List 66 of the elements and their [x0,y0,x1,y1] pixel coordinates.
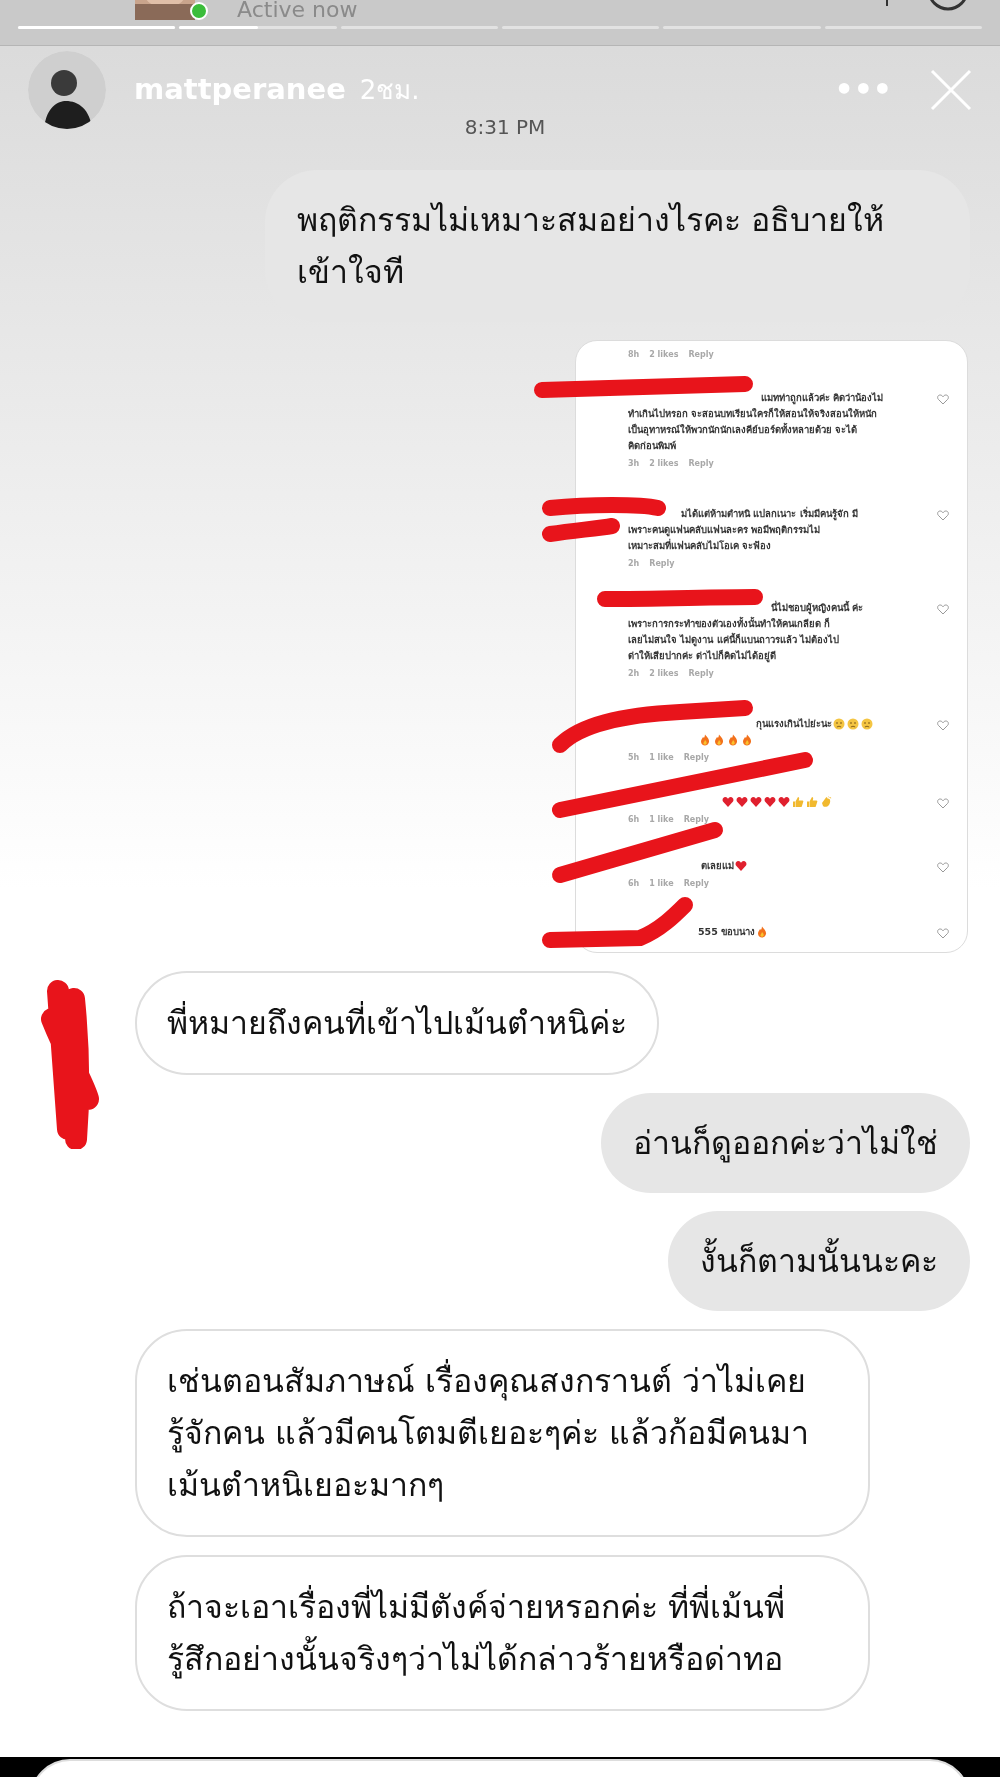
sad-face-icon [847,718,859,730]
like-heart-icon[interactable] [937,604,949,615]
received-message: พี่หมายถึงคนที่เข้าไปเม้นตำหนิค่ะ [135,971,659,1075]
comment-text: นี่ไม่ชอบผู้หญิงคนนี้ ค่ะ [771,600,864,616]
active-status: Active now [237,0,358,21]
sent-message: งั้นก็ตามนั้นนะคะ [668,1211,970,1311]
sad-face-icon [833,718,845,730]
flame-icon [756,926,769,938]
message-timestamp: 8:31 PM [464,114,546,141]
flame-icon [713,734,725,746]
heart-icon [778,796,790,808]
like-heart-icon[interactable] [937,862,949,873]
comment-text: ทำเกินไปหรอก จะสอนบทเรียนใครก็ให้สอนให้จริงสอนให้หนัก [628,406,878,421]
comment-text: เพราะคนดูแฟนคลับแฟนละคร พอมีพฤติกรรมไม่ [628,523,821,538]
received-message: ถ้าจะเอาเรื่องพี่ไม่มีตังค์จ่ายหรอกค่ะ ที่พี่เม้นพี่รู้สึกอย่างนั้นจริงๆว่าไม่ได้กล่าวร้ายหรือด่าทอ [135,1555,870,1711]
heart-icon [722,796,734,808]
comment-text: เพราะการกระทำของตัวเองทั้งนั้นทำให้คนเกลียด ก็ [628,616,831,631]
comment-meta: 5h [628,752,640,764]
comment-text: เป็นอุทาหรณ์ให้พวกนักนักเลงคีย์บอร์ดทั้งหลายด้วย จะได้ [628,422,858,438]
like-heart-icon[interactable] [937,720,949,731]
comment-meta: 3h [628,458,640,470]
comment-meta: 1 like [649,814,674,826]
like-heart-icon[interactable] [937,510,949,521]
comment-text: แมทท่าถูกแล้วค่ะ คิดว่าน้องไม่ [761,391,884,406]
comment-text: มได้แต่ห้ามตำหนิ แปลกเนาะ เริ่มมีคนรู้จัก มี [681,506,858,522]
comment-text: คิดก่อนพิมพ์ [628,439,676,453]
comment-text: 555 ขอบนาง [698,925,756,939]
reply-link[interactable]: Reply [688,458,714,470]
thumbs-up-icon [806,796,818,808]
more-options[interactable]: ••• [834,75,892,105]
thumbs-up-icon [792,796,804,808]
comment-meta: 1 like [649,878,674,890]
comment-meta: 2 likes [649,458,679,470]
heart-icon [735,860,747,872]
like-heart-icon[interactable] [937,928,949,939]
like-heart-icon[interactable] [937,394,949,405]
comment-text: กุนแรงเกินไปย่ะนะ [756,717,832,732]
flame-icon [741,734,753,746]
comment-meta: 6h [628,814,640,826]
comment-meta: 6h [628,878,640,890]
reply-link[interactable]: Reply [683,752,709,764]
flame-icon [699,734,711,746]
comment-text: ด่าให้เสียปากค่ะ ด่าไปก็คิดไม่ได้อยู่ดี [628,648,777,664]
comment-meta: 2 likes [649,668,679,680]
reply-link[interactable]: Reply [688,668,714,680]
comment-text: ตเลยแม่ [701,859,734,873]
reply-link[interactable]: Reply [683,814,709,826]
sad-face-icon [861,718,873,730]
comment-meta: 1 like [649,752,674,764]
comment-meta: 2h [628,668,640,680]
reply-link[interactable]: Reply [688,349,714,361]
comment-text: เหมาะสมที่แฟนคลับไม่โอเค จะฟ้อง [628,538,772,553]
reply-link[interactable]: Reply [649,558,675,570]
heart-icon [764,796,776,808]
sent-message: อ่านก็ดูออกค่ะว่าไม่ใช่ [601,1093,970,1193]
clapping-hands-icon [820,796,832,808]
received-message: เช่นตอนสัมภาษณ์ เรื่องคุณสงกรานต์ ว่าไม่เคยรู้จักคน แล้วมีคนโตมตีเยอะๆค่ะ แล้วก้อมีคนมาเม้นตำหนิเยอะมากๆ [135,1329,870,1537]
comment-meta: 2h [628,558,640,570]
like-heart-icon[interactable] [937,798,949,809]
reply-link[interactable]: Reply [683,878,709,890]
flame-icon [727,734,739,746]
comment-text: เลยไม่สนใจ ไม่ดูงาน แค่นี้ก็แบนถาวรแล้ว ไม่ต้องไป [628,632,839,648]
comment-meta: 8h [628,349,640,361]
heart-icon [750,796,762,808]
comment-meta: 2 likes [649,349,679,361]
heart-icon [736,796,748,808]
